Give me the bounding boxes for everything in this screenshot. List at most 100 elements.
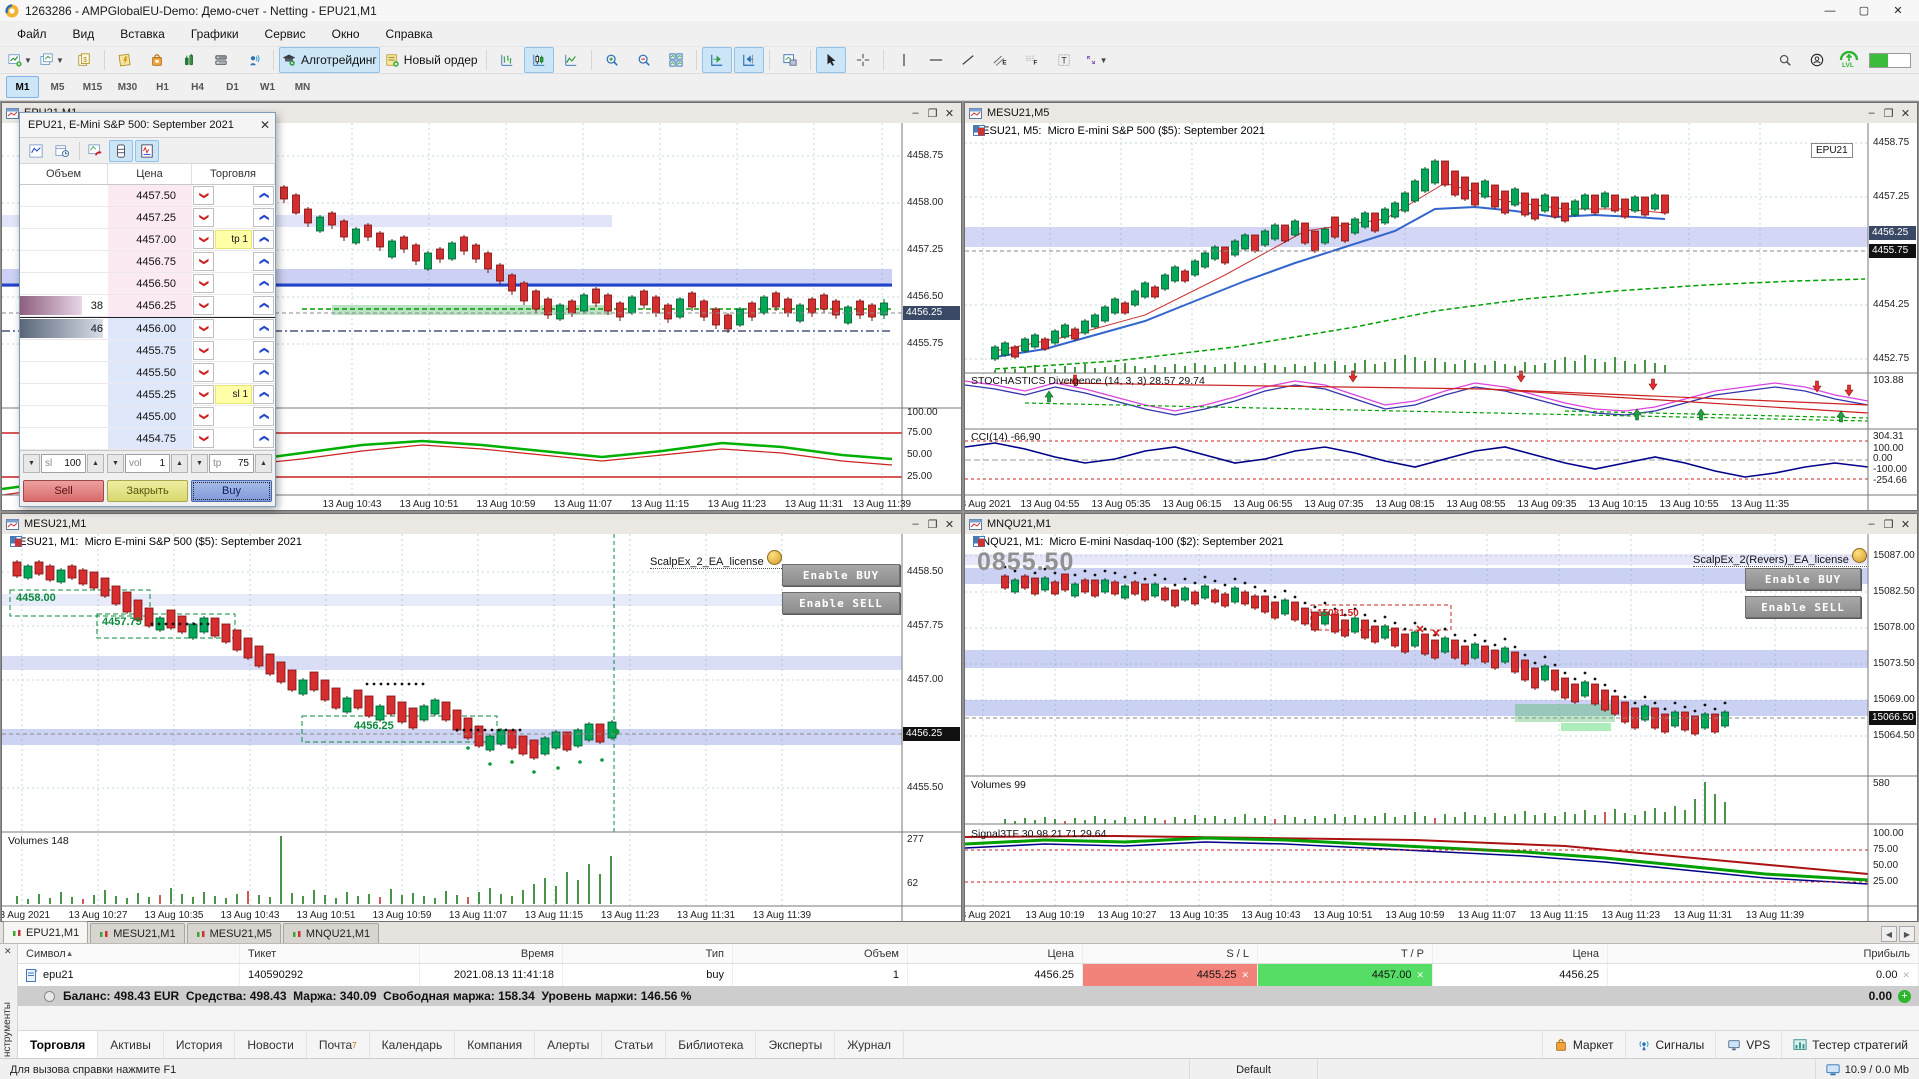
- profiles-button[interactable]: ▼: [37, 47, 67, 73]
- status-profile[interactable]: Default: [1190, 1059, 1318, 1079]
- dom-sell-chevron-icon[interactable]: ❯: [193, 186, 214, 205]
- chart-tab-MESU21,M5[interactable]: MESU21,M5: [187, 923, 281, 943]
- menu-Сервис[interactable]: Сервис: [252, 23, 319, 45]
- horizontal-line-icon[interactable]: [921, 47, 951, 73]
- enable-buy-button[interactable]: Enable BUY: [1745, 568, 1861, 590]
- toolbox-tab-Алерты[interactable]: Алерты: [535, 1031, 602, 1059]
- toolbox-tab-Журнал[interactable]: Журнал: [835, 1031, 904, 1059]
- col-Цена[interactable]: Цена: [1433, 944, 1608, 963]
- timeframe-H1[interactable]: H1: [146, 76, 179, 98]
- dom-sell-chevron-icon[interactable]: ❯: [193, 407, 214, 426]
- dom-row-4456.25[interactable]: 384456.25❯❯: [20, 295, 275, 317]
- restore-icon[interactable]: ❐: [924, 107, 941, 120]
- toolbox-item-VPS[interactable]: VPS: [1715, 1031, 1781, 1059]
- arrows-tool-icon[interactable]: ▼: [1081, 47, 1111, 73]
- tp-cell[interactable]: 4457.00✕: [1258, 964, 1433, 986]
- algo-trading-button[interactable]: Алготрейдинг: [279, 47, 380, 73]
- buy-button[interactable]: Buy: [191, 480, 272, 502]
- dom-buy-chevron-icon[interactable]: ❯: [253, 186, 274, 205]
- trendline-icon[interactable]: [953, 47, 983, 73]
- dom-buy-chevron-icon[interactable]: ❯: [253, 341, 274, 360]
- dom-row-4456.00[interactable]: 464456.00❯❯: [20, 317, 275, 340]
- dom-trade-cell[interactable]: [215, 252, 252, 271]
- lvl-connection-icon[interactable]: LVL: [1834, 47, 1864, 73]
- close-icon[interactable]: ✕: [255, 118, 275, 132]
- templates-icon[interactable]: [775, 47, 805, 73]
- enable-sell-button[interactable]: Enable SELL: [1745, 596, 1861, 618]
- fibonacci-icon[interactable]: F: [1017, 47, 1047, 73]
- dom-trade-cell[interactable]: sl 1: [215, 385, 252, 404]
- toolbox-vertical-label[interactable]: Инструменты: [2, 1002, 13, 1064]
- dom-buy-chevron-icon[interactable]: ❯: [253, 363, 274, 382]
- dom-row-4454.75[interactable]: 4454.75❯❯: [20, 428, 275, 450]
- dom-timesales-icon[interactable]: [135, 140, 159, 162]
- minimize-icon[interactable]: –: [1863, 518, 1880, 530]
- dom-trade-cell[interactable]: tp 1: [215, 230, 252, 249]
- dom-sell-chevron-icon[interactable]: ❯: [193, 208, 214, 227]
- dom-row-4457.00[interactable]: 4457.00❯tp 1❯: [20, 229, 275, 251]
- dom-trade-cell[interactable]: [215, 407, 252, 426]
- timeframe-M15[interactable]: M15: [76, 76, 109, 98]
- dom-row-4456.75[interactable]: 4456.75❯❯: [20, 251, 275, 273]
- restore-icon[interactable]: ❐: [1880, 518, 1897, 531]
- menu-Окно[interactable]: Окно: [319, 23, 373, 45]
- chevron-down-icon[interactable]: ▼: [191, 454, 208, 473]
- minimize-icon[interactable]: –: [907, 518, 924, 530]
- timeframe-H4[interactable]: H4: [181, 76, 214, 98]
- menu-Вставка[interactable]: Вставка: [107, 23, 178, 45]
- child-window-titlebar[interactable]: MESU21,M5–❐✕: [965, 103, 1917, 124]
- toolbox-close-icon[interactable]: ✕: [4, 946, 12, 957]
- dom-sell-chevron-icon[interactable]: ❯: [193, 319, 214, 338]
- dom-buy-chevron-icon[interactable]: ❯: [253, 208, 274, 227]
- toolbox-item-Тестер стратегий[interactable]: Тестер стратегий: [1781, 1031, 1919, 1059]
- enable-buy-button[interactable]: Enable BUY: [782, 564, 900, 586]
- candles-mode-icon[interactable]: [524, 47, 554, 73]
- virtual-hosting-icon[interactable]: [206, 47, 236, 73]
- text-tool-icon[interactable]: T: [1049, 47, 1079, 73]
- chevron-up-icon[interactable]: ▲: [87, 454, 104, 473]
- toolbox-item-Маркет[interactable]: Маркет: [1542, 1031, 1625, 1059]
- dom-buy-chevron-icon[interactable]: ❯: [253, 274, 274, 293]
- dom-sell-chevron-icon[interactable]: ❯: [193, 230, 214, 249]
- sell-button[interactable]: Sell: [23, 480, 104, 502]
- line-chart-mode-icon[interactable]: [556, 47, 586, 73]
- equidistant-channel-icon[interactable]: E: [985, 47, 1015, 73]
- col-Объем[interactable]: Объем: [733, 944, 908, 963]
- bar-chart-mode-icon[interactable]: [492, 47, 522, 73]
- dom-buy-chevron-icon[interactable]: ❯: [253, 319, 274, 338]
- dom-sell-chevron-icon[interactable]: ❯: [193, 252, 214, 271]
- dom-row-4455.25[interactable]: 4455.25❯sl 1❯: [20, 384, 275, 406]
- chart-shift-icon[interactable]: [734, 47, 764, 73]
- maximize-icon[interactable]: ▢: [1847, 0, 1881, 21]
- close-position-button[interactable]: Закрыть: [107, 480, 188, 502]
- dom-sell-chevron-icon[interactable]: ❯: [193, 296, 214, 315]
- dom-buy-chevron-icon[interactable]: ❯: [253, 407, 274, 426]
- account-icon[interactable]: [1802, 47, 1832, 73]
- toolbox-tab-История[interactable]: История: [164, 1031, 236, 1059]
- zoom-in-icon[interactable]: [597, 47, 627, 73]
- toolbox-tab-Календарь[interactable]: Календарь: [370, 1031, 456, 1059]
- close-icon[interactable]: ✕: [941, 107, 958, 120]
- summary-expander-icon[interactable]: [44, 991, 55, 1002]
- enable-sell-button[interactable]: Enable SELL: [782, 592, 900, 614]
- signals-icon[interactable]: [238, 47, 268, 73]
- add-icon[interactable]: +: [1898, 990, 1911, 1003]
- position-row[interactable]: epu211405902922021.08.13 11:41:18buy1445…: [18, 964, 1919, 987]
- dom-sell-chevron-icon[interactable]: ❯: [193, 385, 214, 404]
- close-icon[interactable]: ✕: [941, 518, 958, 531]
- dom-panel[interactable]: EPU21, E-Mini S&P 500: September 2021 ✕ …: [19, 112, 276, 507]
- chevron-down-icon[interactable]: ▼: [107, 454, 124, 473]
- dom-buy-chevron-icon[interactable]: ❯: [253, 230, 274, 249]
- crosshair-icon[interactable]: [848, 47, 878, 73]
- remove-tp-icon[interactable]: ✕: [1416, 970, 1424, 981]
- chart-tab-MNQU21,M1[interactable]: MNQU21,M1: [283, 923, 379, 943]
- menu-Файл[interactable]: Файл: [4, 23, 60, 45]
- profit-cell[interactable]: 0.00✕: [1608, 964, 1919, 986]
- toolbox-tab-Компания[interactable]: Компания: [455, 1031, 535, 1059]
- menu-Графики[interactable]: Графики: [178, 23, 252, 45]
- minimize-icon[interactable]: —: [1813, 0, 1847, 21]
- dom-row-4457.25[interactable]: 4457.25❯❯: [20, 207, 275, 229]
- dom-trade-cell[interactable]: [215, 341, 252, 360]
- child-window-titlebar[interactable]: MNQU21,M1–❐✕: [965, 514, 1917, 535]
- dom-buy-chevron-icon[interactable]: ❯: [253, 429, 274, 448]
